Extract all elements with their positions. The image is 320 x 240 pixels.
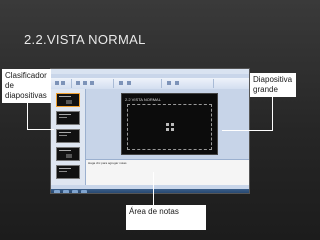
content-placeholder [127,104,212,150]
ribbon-group [163,79,214,88]
thumbnail-line [59,168,71,169]
thumbnail-line [59,96,71,97]
table-icon [166,123,169,126]
notes-placeholder: Haga clic para agregar notas [88,161,127,165]
ribbon-group [73,79,114,88]
paste-icon [55,81,59,85]
ribbon-group [115,79,162,88]
connector-line [27,103,28,130]
callout-large-slide: Diapositiva grande [250,73,296,97]
thumbnail-line [59,171,67,172]
italic-icon [90,81,94,85]
thumbnail-line [59,117,67,118]
cut-icon [61,81,65,85]
thumbnail-box [66,100,72,104]
slide-thumbnail [56,165,80,179]
connector-line [153,172,154,205]
arrange-icon [175,81,179,85]
picture-icon [166,128,169,131]
slide-editor: 2.2 VISTA NORMAL Haga clic para agregar … [86,89,249,186]
shapes-icon [167,81,171,85]
chart-icon [171,123,174,126]
connector-line [272,97,273,131]
connector-line [222,130,273,131]
thumbnail-line [59,132,71,133]
insert-content-icons [166,123,176,131]
paragraph-icon [119,81,123,85]
slide-thumbnail [56,147,80,161]
media-icon [171,128,174,131]
slide-thumbnail [56,93,80,107]
large-slide: 2.2 VISTA NORMAL [121,93,218,155]
notes-pane: Haga clic para agregar notas [86,159,249,186]
slide-heading: 2.2 VISTA NORMAL [125,97,161,102]
bold-icon [83,81,87,85]
slide-thumbnail [56,111,80,125]
slide-thumbnail [56,129,80,143]
powerpoint-window-screenshot: 2.2 VISTA NORMAL Haga clic para agregar … [50,68,250,194]
taskbar-app-icon [63,190,69,193]
taskbar-app-icon [81,190,87,193]
page-title: 2.2.VISTA NORMAL [24,32,146,47]
callout-notes-area: Área de notas [126,205,206,230]
thumbnail-line [59,114,71,115]
ribbon-group [53,79,72,88]
start-icon [54,190,60,193]
callout-slide-sorter: Clasificador de diapositivas [2,69,51,103]
taskbar [51,189,249,193]
thumbnail-line [59,135,67,136]
align-icon [127,81,131,85]
connector-line [27,129,54,130]
font-icon [76,81,80,85]
taskbar-app-icon [72,190,78,193]
thumbnail-line [59,150,71,151]
slide-sorter-panel [51,89,86,185]
thumbnail-box [66,154,72,158]
